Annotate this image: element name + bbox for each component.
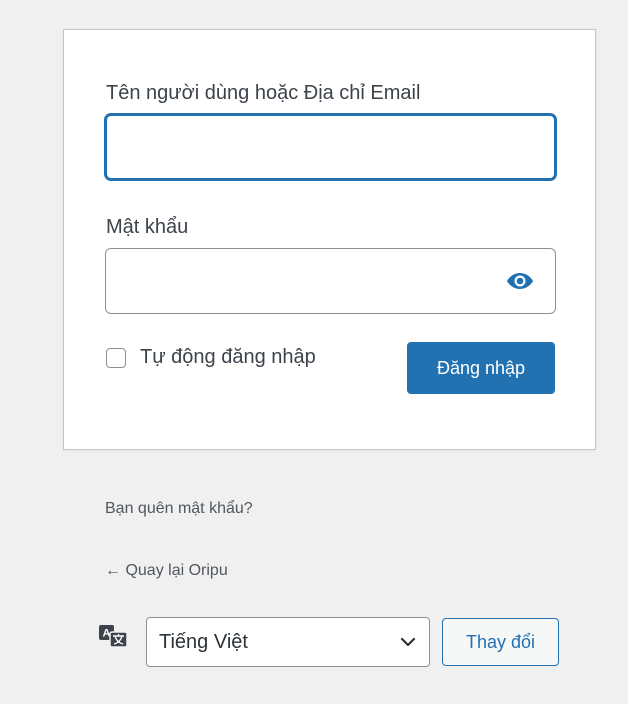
remember-me[interactable]: Tự động đăng nhập <box>106 346 316 369</box>
password-input[interactable] <box>105 248 556 314</box>
eye-icon <box>507 273 533 289</box>
username-input[interactable] <box>105 114 556 180</box>
translate-icon: A <box>99 625 128 648</box>
login-button[interactable]: Đăng nhập <box>407 342 555 394</box>
back-to-site-link[interactable]: ← Quay lại Oripu <box>105 562 228 580</box>
show-password-button[interactable] <box>500 263 540 299</box>
password-label: Mật khẩu <box>106 216 189 238</box>
change-language-button[interactable]: Thay đổi <box>442 618 559 666</box>
username-label: Tên người dùng hoặc Địa chỉ Email <box>106 82 421 104</box>
language-select[interactable]: Tiếng Việt <box>146 617 430 667</box>
remember-checkbox[interactable] <box>106 347 126 368</box>
login-form: Tên người dùng hoặc Địa chỉ Email Mật kh… <box>63 29 596 450</box>
language-selected-value: Tiếng Việt <box>159 630 248 653</box>
lost-password-link[interactable]: Bạn quên mật khẩu? <box>105 500 253 518</box>
chevron-down-icon <box>399 633 417 651</box>
remember-label: Tự động đăng nhập <box>140 346 316 368</box>
